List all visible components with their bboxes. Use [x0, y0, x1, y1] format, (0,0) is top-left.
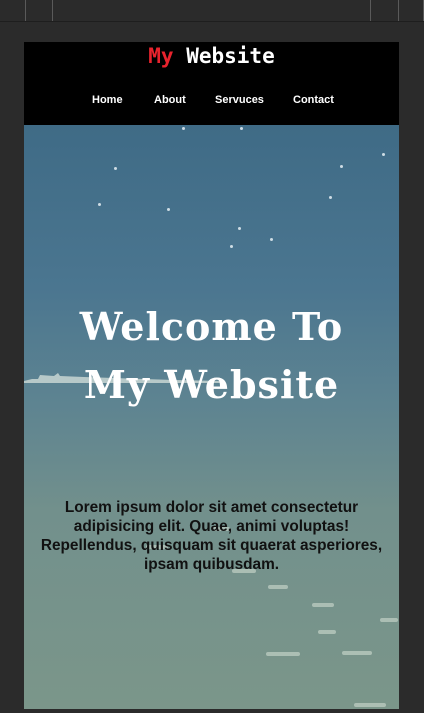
star	[182, 127, 185, 130]
wave-highlight	[342, 651, 372, 655]
toolbar-button[interactable]	[398, 0, 424, 21]
wave-highlight	[318, 630, 336, 634]
star	[167, 208, 170, 211]
star	[98, 203, 101, 206]
nav-link-about[interactable]: About	[154, 94, 186, 106]
logo-part-website: Website	[186, 44, 275, 68]
site-logo[interactable]: My Website	[24, 44, 399, 68]
hero-title: Welcome To My Website	[79, 304, 344, 408]
star	[238, 227, 241, 230]
page-viewport: My Website Home About Servuces Contact W…	[24, 42, 399, 709]
wave-highlight	[380, 618, 398, 622]
star	[114, 167, 117, 170]
star	[382, 153, 385, 156]
nav-link-contact[interactable]: Contact	[293, 94, 334, 106]
star	[270, 238, 273, 241]
toolbar-button[interactable]	[25, 0, 52, 21]
browser-toolbar	[0, 0, 424, 22]
site-header: My Website Home About Servuces Contact	[24, 42, 399, 125]
toolbar-button[interactable]	[370, 0, 398, 21]
wave-highlight	[268, 585, 288, 589]
star	[340, 165, 343, 168]
wave-highlight	[266, 652, 300, 656]
wave-highlight	[312, 603, 334, 607]
star	[230, 245, 233, 248]
star	[240, 127, 243, 130]
wave-highlight	[354, 703, 386, 707]
logo-part-my: My	[148, 44, 174, 68]
hero-section: Welcome To My Website Lorem ipsum dolor …	[24, 125, 399, 709]
nav-link-services[interactable]: Servuces	[215, 94, 264, 106]
hero-paragraph: Lorem ipsum dolor sit amet consectetur a…	[40, 499, 383, 574]
star	[329, 196, 332, 199]
main-nav: Home About Servuces Contact	[24, 94, 399, 112]
nav-link-home[interactable]: Home	[92, 94, 123, 106]
address-bar[interactable]	[52, 0, 370, 21]
